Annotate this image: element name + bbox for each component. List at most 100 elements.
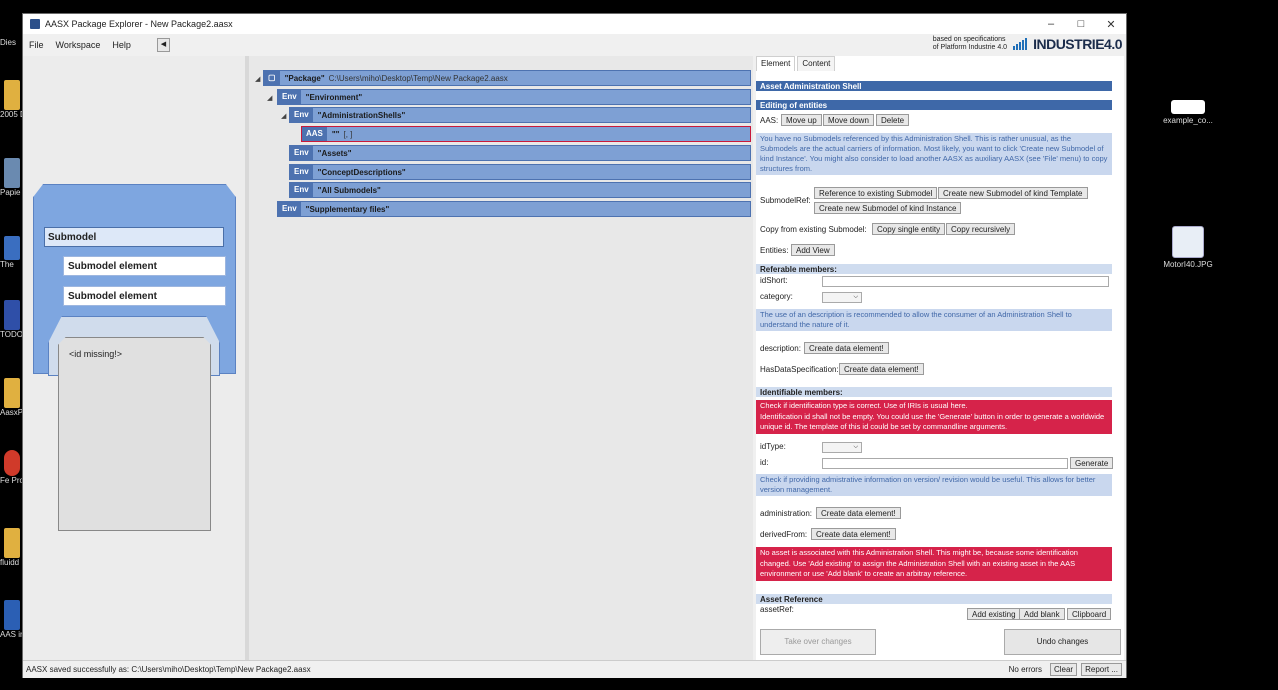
desktop-icon-left[interactable]: AasxP xyxy=(0,378,22,417)
aas-graphic-panel: Submodel Submodel element Submodel eleme… xyxy=(23,56,245,666)
delete-button[interactable]: Delete xyxy=(876,114,910,126)
undo-changes-button[interactable]: Undo changes xyxy=(1004,629,1121,655)
desktop-icon-motor[interactable]: MotorI40.JPG xyxy=(1158,226,1218,270)
env-tag: Env xyxy=(290,108,313,122)
report-button[interactable]: Report ... xyxy=(1081,663,1122,676)
description-label: description: xyxy=(760,344,801,353)
administration-create-button[interactable]: Create data element! xyxy=(816,507,901,519)
desktop-icon-label: The xyxy=(0,260,14,269)
submodel-element-label: Submodel element xyxy=(63,256,226,276)
desktop-icon-label: MotorI40.JPG xyxy=(1163,260,1213,269)
no-submodels-info: You have no Submodels referenced by this… xyxy=(756,133,1112,175)
industrie40-logo: INDUSTRIE4.0 xyxy=(1033,36,1122,52)
tab-content[interactable]: Content xyxy=(797,56,836,71)
jpg-file-icon xyxy=(1172,226,1204,258)
desktop-icon-left[interactable]: Papie xyxy=(0,158,22,197)
section-header-asset-reference: Asset Reference xyxy=(756,594,1112,604)
tree-node-label: "Supplementary files" xyxy=(305,204,390,214)
close-icon[interactable]: ✕ xyxy=(1096,18,1126,31)
tree-node-package[interactable]: ▢ "Package" C:\Users\miho\Desktop\Temp\N… xyxy=(263,70,751,86)
tab-element[interactable]: Element xyxy=(756,56,796,71)
tree-node-all-submodels[interactable]: Env "All Submodels" xyxy=(289,182,751,198)
tree-node-label: "All Submodels" xyxy=(317,185,381,195)
desktop-icon-label: TODO xyxy=(0,330,22,339)
desktop-icon-left[interactable]: TODO xyxy=(0,300,22,339)
folder-icon xyxy=(4,80,20,110)
hasdataspec-create-button[interactable]: Create data element! xyxy=(839,363,924,375)
add-blank-button[interactable]: Add blank xyxy=(1019,608,1065,620)
new-submodel-template-button[interactable]: Create new Submodel of kind Template xyxy=(938,187,1088,199)
tree-node-extra: [, ] xyxy=(343,129,353,139)
app-icon xyxy=(30,19,40,29)
desktop-icon-label: AasxP xyxy=(0,408,22,417)
id-input[interactable] xyxy=(822,458,1068,469)
identification-error: Check if identification type is correct.… xyxy=(756,400,1112,434)
desktop-icon-left[interactable]: The xyxy=(0,236,22,269)
desktop-icon-left[interactable]: AAS in Part 2 xyxy=(0,600,22,639)
desktop-icon-label: fluidd xyxy=(0,558,20,567)
new-submodel-instance-button[interactable]: Create new Submodel of kind Instance xyxy=(814,202,962,214)
status-bar: AASX saved successfully as: C:\Users\mih… xyxy=(23,660,1126,678)
tree-node-admin-shells[interactable]: Env "AdministrationShells" xyxy=(289,107,751,123)
copy-recursively-button[interactable]: Copy recursively xyxy=(946,223,1016,235)
brand-logo: based on specifications of Platform Indu… xyxy=(932,36,1123,52)
add-view-button[interactable]: Add View xyxy=(791,244,835,256)
tree-node-label: "Environment" xyxy=(305,92,363,102)
tree-node-aas[interactable]: AAS "" [, ] xyxy=(301,126,751,142)
move-down-button[interactable]: Move down xyxy=(823,114,874,126)
id-label: id: xyxy=(760,458,769,467)
menu-file[interactable]: File xyxy=(23,40,50,50)
brand-spec-line: based on specifications xyxy=(932,36,1006,43)
move-up-button[interactable]: Move up xyxy=(781,114,822,126)
asset-error: No asset is associated with this Adminis… xyxy=(756,547,1112,581)
menu-help[interactable]: Help xyxy=(106,40,137,50)
desktop-icon-left[interactable]: Dies xyxy=(0,38,22,47)
minimize-icon[interactable]: – xyxy=(1036,18,1066,30)
derivedfrom-create-button[interactable]: Create data element! xyxy=(811,528,896,540)
administration-label: administration: xyxy=(760,509,813,518)
entities-label: Entities: xyxy=(760,246,789,255)
desktop-icon-label: example_co... xyxy=(1163,116,1213,125)
package-tree: ◢ ▢ "Package" C:\Users\miho\Desktop\Temp… xyxy=(249,56,753,660)
app-icon xyxy=(4,236,20,260)
hasdataspec-label: HasDataSpecification: xyxy=(760,365,839,374)
desktop-icon-left[interactable]: Fe Proj xyxy=(0,450,22,485)
desktop-icon-left[interactable]: fluidd xyxy=(0,528,22,567)
expand-icon[interactable]: ◢ xyxy=(267,94,272,102)
tree-node-label: "AdministrationShells" xyxy=(317,110,406,120)
take-over-changes-button[interactable]: Take over changes xyxy=(760,629,876,655)
clipboard-button[interactable]: Clipboard xyxy=(1067,608,1112,620)
reference-existing-submodel-button[interactable]: Reference to existing Submodel xyxy=(814,187,938,199)
title-bar: AASX Package Explorer - New Package2.aas… xyxy=(23,14,1126,34)
derivedfrom-label: derivedFrom: xyxy=(760,530,808,539)
idshort-label: idShort: xyxy=(760,276,788,285)
description-create-button[interactable]: Create data element! xyxy=(804,342,889,354)
idtype-select[interactable]: ⌵ xyxy=(822,442,862,453)
copy-single-entity-button[interactable]: Copy single entity xyxy=(872,223,946,235)
expand-icon[interactable]: ◢ xyxy=(281,112,286,120)
desktop-icon-left[interactable]: 2005 Digi xyxy=(0,80,22,119)
tree-node-supplementary-files[interactable]: Env "Supplementary files" xyxy=(277,201,751,217)
add-existing-button[interactable]: Add existing xyxy=(967,608,1021,620)
desktop-icon-label: 2005 Digi xyxy=(0,110,22,119)
category-label: category: xyxy=(760,292,793,301)
tree-node-concept-descriptions[interactable]: Env "ConceptDescriptions" xyxy=(289,164,751,180)
chrome-icon xyxy=(4,450,20,476)
tree-node-environment[interactable]: Env "Environment" xyxy=(277,89,751,105)
tree-node-assets[interactable]: Env "Assets" xyxy=(289,145,751,161)
expand-icon[interactable]: ◢ xyxy=(255,75,260,83)
category-select[interactable]: ⌵ xyxy=(822,292,862,303)
env-tag: Env xyxy=(290,146,313,160)
section-header-identifiable: Identifiable members: xyxy=(756,387,1112,397)
collapse-left-panel-button[interactable]: ◀ xyxy=(156,38,170,52)
asset-id-card: <id missing!> xyxy=(58,337,211,531)
package-icon: ▢ xyxy=(264,71,280,85)
maximize-icon[interactable]: □ xyxy=(1066,18,1096,30)
desktop-icon-example[interactable]: example_co... xyxy=(1158,100,1218,126)
idshort-input[interactable] xyxy=(822,276,1109,287)
section-header-aas: Asset Administration Shell xyxy=(756,81,1112,91)
generate-button[interactable]: Generate xyxy=(1070,457,1114,469)
menu-workspace[interactable]: Workspace xyxy=(50,40,107,50)
clear-button[interactable]: Clear xyxy=(1049,663,1078,676)
aas-label: AAS: xyxy=(760,116,779,125)
